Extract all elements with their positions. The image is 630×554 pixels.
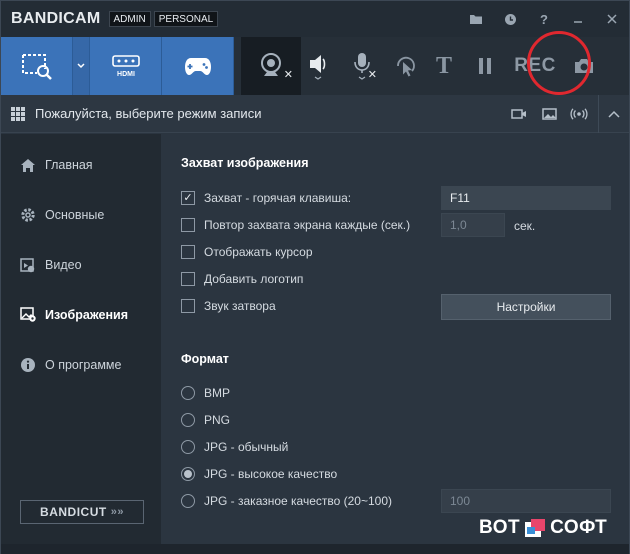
logo-checkbox[interactable] (181, 272, 195, 286)
jpg-quality-field[interactable]: 100 (441, 489, 611, 513)
hdmi-icon: HDMI (111, 55, 140, 78)
format-label: JPG - обычный (204, 440, 289, 454)
mode-bar: Пожалуйста, выберите режим записи (1, 95, 629, 133)
bandicut-label: BANDICUT (40, 505, 107, 519)
sidebar: Главная Основные Видео Изображения О про… (1, 134, 161, 544)
sidebar-item-label: Основные (45, 208, 105, 222)
title-bar: BANDICAM ADMIN PERSONAL ? (1, 1, 629, 37)
screen-rectangle-icon (21, 54, 52, 80)
repeat-unit: сек. (514, 219, 536, 233)
shutter-label: Звук затвора (204, 299, 276, 313)
hotkey-field[interactable]: F11 (441, 186, 611, 210)
format-radio-selected[interactable] (181, 467, 195, 481)
hotkey-option[interactable]: ✓ Захват - горячая клавиша: (181, 188, 351, 208)
mode-dropdown-button[interactable] (73, 37, 90, 95)
cursor-option[interactable]: Отображать курсор (181, 242, 313, 262)
cursor-click-icon (397, 56, 415, 77)
shutter-option[interactable]: Звук затвора (181, 296, 276, 316)
broadcast-icon[interactable] (564, 95, 594, 133)
image-settings-panel: Захват изображения ✓ Захват - горячая кл… (161, 134, 629, 544)
capture-section-title: Захват изображения (181, 156, 309, 170)
sidebar-item-home[interactable]: Главная (1, 140, 161, 190)
format-option-jpg-high[interactable]: JPG - высокое качество (181, 464, 337, 484)
chevron-down-icon (77, 63, 85, 69)
sidebar-item-label: Видео (45, 258, 82, 272)
watermark-left: ВОТ (479, 517, 521, 538)
format-radio[interactable] (181, 386, 195, 400)
rec-highlight-circle (527, 31, 591, 95)
device-mode-button[interactable]: HDMI (90, 37, 162, 95)
format-option-png[interactable]: PNG (181, 410, 230, 430)
image-mode-icon[interactable] (534, 95, 564, 133)
clock-icon[interactable] (493, 1, 527, 37)
mode-prompt: Пожалуйста, выберите режим записи (35, 106, 262, 121)
webcam-icon (261, 53, 281, 76)
bandicut-button[interactable]: BANDICUT »» (20, 500, 144, 524)
gear-icon (19, 206, 37, 224)
admin-badge: ADMIN (108, 11, 151, 27)
bandicut-arrows-icon: »» (110, 506, 124, 518)
repeat-interval-field[interactable]: 1,0 (441, 213, 505, 237)
sidebar-item-about[interactable]: О программе (1, 340, 161, 390)
sidebar-item-general[interactable]: Основные (1, 190, 161, 240)
repeat-label: Повтор захвата экрана каждые (сек.) (204, 218, 411, 232)
format-radio[interactable] (181, 440, 195, 454)
folder-icon[interactable] (459, 1, 493, 37)
sidebar-item-label: Изображения (45, 308, 129, 322)
sidebar-item-images[interactable]: Изображения (1, 290, 161, 340)
logo-label: Добавить логотип (204, 272, 304, 286)
pause-icon (479, 58, 491, 74)
speaker-button[interactable] (301, 37, 337, 95)
cursor-label: Отображать курсор (204, 245, 313, 259)
format-label: PNG (204, 413, 231, 427)
settings-button[interactable]: Настройки (441, 294, 611, 320)
format-label: JPG - заказное качество (20~100) (204, 494, 393, 508)
screen-rectangle-mode-button[interactable] (1, 37, 73, 95)
disabled-x-icon: ✕ (283, 69, 293, 81)
app-logo: BANDICAM (11, 10, 101, 27)
sidebar-item-label: О программе (45, 358, 122, 372)
info-icon (19, 356, 37, 374)
shutter-checkbox[interactable] (181, 299, 195, 313)
watermark-logo-icon (523, 517, 547, 539)
video-icon (19, 256, 37, 274)
sidebar-item-label: Главная (45, 158, 93, 172)
microphone-button[interactable]: ✕ (337, 37, 387, 95)
format-radio[interactable] (181, 413, 195, 427)
watermark: ВОТ СОФТ (479, 515, 607, 541)
format-radio[interactable] (181, 494, 195, 508)
collapse-chevron-up-icon[interactable] (599, 95, 629, 133)
format-label: BMP (204, 386, 231, 400)
hotkey-checkbox[interactable]: ✓ (181, 191, 195, 205)
menu-grid-icon[interactable] (11, 106, 25, 121)
cursor-checkbox[interactable] (181, 245, 195, 259)
format-option-bmp[interactable]: BMP (181, 383, 230, 403)
format-label: JPG - высокое качество (204, 467, 338, 481)
repeat-checkbox[interactable] (181, 218, 195, 232)
image-settings-icon (19, 306, 37, 324)
license-badge: PERSONAL (153, 11, 219, 27)
format-option-jpg-custom[interactable]: JPG - заказное качество (20~100) (181, 491, 392, 511)
sidebar-item-video[interactable]: Видео (1, 240, 161, 290)
watermark-right: СОФТ (550, 517, 608, 538)
close-icon[interactable] (595, 1, 629, 37)
repeat-option[interactable]: Повтор захвата экрана каждые (сек.) (181, 215, 410, 235)
pause-button[interactable] (465, 37, 505, 95)
speaker-icon (310, 55, 326, 80)
webcam-overlay-button[interactable]: ✕ (241, 37, 301, 95)
game-mode-button[interactable] (162, 37, 234, 95)
bottom-strip (1, 544, 629, 554)
gamepad-icon (184, 58, 211, 75)
hdmi-text: HDMI (117, 71, 135, 78)
cursor-effects-button[interactable] (387, 37, 423, 95)
format-section-title: Формат (181, 352, 229, 366)
hotkey-label: Захват - горячая клавиша: (204, 191, 352, 205)
bandicam-window: BANDICAM ADMIN PERSONAL ? HDMI ✕ ✕ T REC… (0, 0, 630, 554)
format-option-jpg-normal[interactable]: JPG - обычный (181, 437, 288, 457)
video-mode-icon[interactable] (504, 95, 534, 133)
text-overlay-button[interactable]: T (423, 37, 465, 95)
mic-disabled-x-icon: ✕ (367, 69, 377, 81)
logo-option[interactable]: Добавить логотип (181, 269, 303, 289)
home-icon (19, 156, 37, 174)
